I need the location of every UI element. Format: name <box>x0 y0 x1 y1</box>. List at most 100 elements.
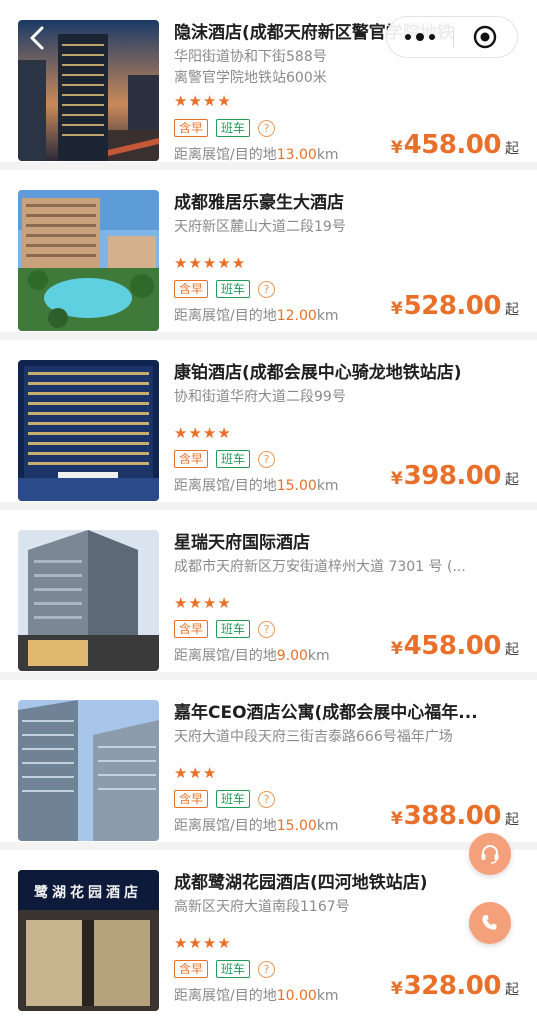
hotel-card[interactable]: 成都雅居乐豪生大酒店 天府新区麓山大道二段19号 ★★★★★ 含早 班车 ? 距… <box>0 170 537 340</box>
back-button[interactable] <box>24 24 52 52</box>
more-button[interactable] <box>387 33 453 41</box>
distance-value: 15.00 <box>276 818 317 834</box>
card-divider <box>0 672 537 680</box>
shuttle-tag: 班车 <box>216 280 251 298</box>
hotel-price: ¥ 398.00 起 <box>391 461 519 491</box>
hotel-sign-text: 鹭湖花园酒店 <box>34 884 142 901</box>
hotel-address: 协和街道华府大道二段99号 <box>174 389 346 405</box>
hotel-name: 成都鹭湖花园酒店(四河地铁站店) <box>174 873 428 893</box>
target-circle-icon <box>474 25 497 49</box>
price-suffix: 起 <box>505 472 519 488</box>
hotel-card[interactable]: 康铂酒店(成都会展中心骑龙地铁站店) 协和街道华府大道二段99号 ★★★★ 含早… <box>0 340 537 510</box>
price-amount: 398.00 <box>403 461 502 491</box>
more-dots-icon <box>428 34 435 40</box>
hotel-address-note: 离警官学院地铁站600米 <box>174 70 327 86</box>
shuttle-tag: 班车 <box>216 119 251 137</box>
price-suffix: 起 <box>505 982 519 998</box>
currency-symbol: ¥ <box>390 809 403 829</box>
distance-value: 12.00 <box>276 308 317 324</box>
distance-unit: km <box>316 308 339 324</box>
distance-unit: km <box>307 648 330 664</box>
shuttle-tag: 班车 <box>216 790 251 808</box>
price-suffix: 起 <box>505 812 519 828</box>
more-dots-icon <box>415 33 424 41</box>
distance-unit: km <box>316 818 339 834</box>
shuttle-tag: 班车 <box>216 450 251 468</box>
price-amount: 458.00 <box>403 130 502 160</box>
help-icon[interactable]: ? <box>258 620 276 638</box>
distance-label: 距离展馆/目的地 <box>174 648 277 664</box>
help-icon[interactable]: ? <box>258 790 276 808</box>
help-icon[interactable]: ? <box>258 960 276 978</box>
price-suffix: 起 <box>505 302 519 318</box>
hotel-name: 嘉年CEO酒店公寓(成都会展中心福年... <box>174 703 478 723</box>
hotel-photo <box>18 530 159 671</box>
hotel-name: 成都雅居乐豪生大酒店 <box>174 193 344 213</box>
hotel-photo <box>18 360 159 501</box>
customer-service-icon <box>481 845 499 864</box>
hotel-price: ¥ 388.00 起 <box>391 801 519 831</box>
distance-unit: km <box>316 478 339 494</box>
hotel-card[interactable]: 鹭湖花园酒店 成都鹭湖花园酒店(四河地铁站店) 高新区天府大道南段1167号 ★… <box>0 850 537 1025</box>
phone-icon <box>482 914 497 930</box>
hotel-card[interactable]: 嘉年CEO酒店公寓(成都会展中心福年... 天府大道中段天府三街吉泰路666号福… <box>0 680 537 850</box>
distance-label: 距离展馆/目的地 <box>174 988 277 1004</box>
hotel-price: ¥ 328.00 起 <box>391 971 519 1001</box>
help-icon[interactable]: ? <box>258 450 276 468</box>
star-rating: ★★★★ <box>174 594 232 612</box>
hotel-address: 高新区天府大道南段1167号 <box>174 899 350 915</box>
distance-value: 13.00 <box>276 147 317 163</box>
card-divider <box>0 162 537 170</box>
distance-label: 距离展馆/目的地 <box>174 818 277 834</box>
distance-unit: km <box>316 988 339 1004</box>
star-rating: ★★★ <box>174 764 218 782</box>
hotel-name: 星瑞天府国际酒店 <box>174 533 310 553</box>
currency-symbol: ¥ <box>390 469 403 489</box>
distance-text: 距离展馆/目的地12.00km <box>174 306 339 326</box>
hotel-card[interactable]: 星瑞天府国际酒店 成都市天府新区万安街道梓州大道 7301 号 (... ★★★… <box>0 510 537 680</box>
distance-label: 距离展馆/目的地 <box>174 308 277 324</box>
hotel-price: ¥ 528.00 起 <box>391 291 519 321</box>
card-divider <box>0 842 537 850</box>
breakfast-tag: 含早 <box>174 450 209 468</box>
star-rating: ★★★★ <box>174 934 232 952</box>
breakfast-tag: 含早 <box>174 960 209 978</box>
card-divider <box>0 332 537 340</box>
hotel-address: 天府大道中段天府三街吉泰路666号福年广场 <box>174 729 453 745</box>
currency-symbol: ¥ <box>390 639 403 659</box>
distance-label: 距离展馆/目的地 <box>174 478 277 494</box>
breakfast-tag: 含早 <box>174 790 209 808</box>
distance-value: 15.00 <box>276 478 317 494</box>
star-rating: ★★★★ <box>174 424 232 442</box>
help-icon[interactable]: ? <box>258 119 276 137</box>
shuttle-tag: 班车 <box>216 960 251 978</box>
hotel-address: 天府新区麓山大道二段19号 <box>174 219 346 235</box>
currency-symbol: ¥ <box>390 299 403 319</box>
breakfast-tag: 含早 <box>174 280 209 298</box>
phone-button[interactable] <box>469 902 511 944</box>
price-amount: 388.00 <box>403 801 502 831</box>
more-dots-icon <box>404 34 411 40</box>
hotel-price: ¥ 458.00 起 <box>391 631 519 661</box>
hotel-address: 成都市天府新区万安街道梓州大道 7301 号 (... <box>174 559 466 575</box>
price-suffix: 起 <box>505 141 519 157</box>
hotel-price: ¥ 458.00 起 <box>391 130 519 160</box>
distance-value: 10.00 <box>276 988 317 1004</box>
close-button[interactable] <box>454 25 518 49</box>
currency-symbol: ¥ <box>390 138 403 158</box>
distance-label: 距离展馆/目的地 <box>174 147 277 163</box>
star-rating: ★★★★★ <box>174 254 247 272</box>
card-divider <box>0 502 537 510</box>
chevron-left-icon <box>30 26 44 50</box>
customer-service-button[interactable] <box>469 833 511 875</box>
mini-program-capsule <box>386 16 518 58</box>
currency-symbol: ¥ <box>390 979 403 999</box>
hotel-photo <box>18 190 159 331</box>
hotel-photo <box>18 700 159 841</box>
price-amount: 328.00 <box>403 971 502 1001</box>
breakfast-tag: 含早 <box>174 620 209 638</box>
price-amount: 528.00 <box>403 291 502 321</box>
distance-text: 距离展馆/目的地15.00km <box>174 816 339 836</box>
hotel-list: 隐沫酒店(成都天府新区警官学院地铁 华阳街道协和下街588号 离警官学院地铁站6… <box>0 0 537 1025</box>
help-icon[interactable]: ? <box>258 280 276 298</box>
